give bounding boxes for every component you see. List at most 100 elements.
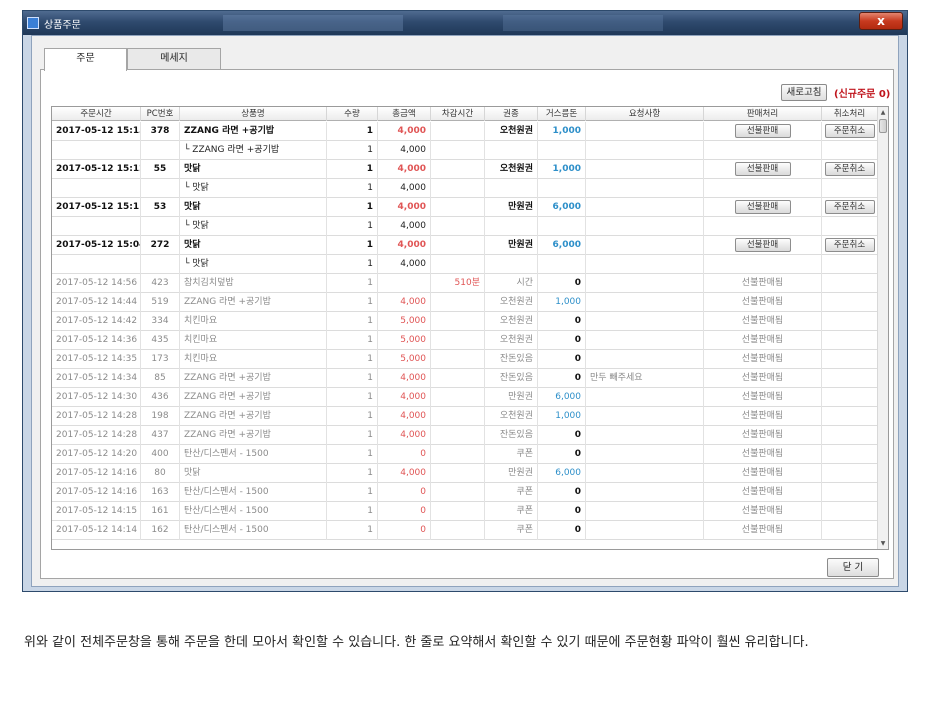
cell-diff [431, 464, 485, 483]
cell-diff [431, 312, 485, 331]
scroll-down-icon[interactable]: ▼ [878, 538, 888, 549]
cancel-order-button[interactable]: 주문취소 [824, 162, 875, 176]
cell-type: 오천원권 [485, 407, 538, 426]
column-header[interactable]: 주문시간 [52, 107, 141, 121]
cell-pc [141, 179, 180, 198]
cell-pc: 400 [141, 445, 180, 464]
cell-product: 치킨마요 [180, 350, 327, 369]
refresh-button[interactable]: 새로고침 [781, 84, 827, 101]
tab-messages[interactable]: 메세지 [127, 48, 221, 70]
cell-product: ZZANG 라면 +공기밥 [180, 388, 327, 407]
cell-pc: 55 [141, 160, 180, 179]
cell-change [538, 217, 586, 236]
cell-qty: 1 [327, 426, 378, 445]
cell-type: 잔돈있음 [485, 369, 538, 388]
prepaid-sale-button[interactable]: 선불판매 [734, 238, 791, 252]
scroll-up-icon[interactable]: ▲ [878, 107, 888, 118]
close-button[interactable]: 닫 기 [827, 558, 879, 577]
tab-orders[interactable]: 주문 [44, 48, 127, 71]
cancel-order-button[interactable]: 주문취소 [824, 238, 875, 252]
cell-product: 맛닭 [180, 236, 327, 255]
table-row[interactable]: 2017-05-12 14:44 519 ZZANG 라면 +공기밥 1 4,000 오천… [52, 293, 878, 312]
cell-request [586, 350, 704, 369]
cell-qty: 1 [327, 122, 378, 141]
cell-qty: 1 [327, 236, 378, 255]
table-row[interactable]: 2017-05-12 14:28 198 ZZANG 라면 +공기밥 1 4,000 오천… [52, 407, 878, 426]
cell-request [586, 464, 704, 483]
table-row[interactable]: └ 맛닭 1 4,000 [52, 217, 878, 236]
cell-request [586, 407, 704, 426]
column-header[interactable]: 상품명 [180, 107, 327, 121]
cell-type: 만원권 [485, 388, 538, 407]
column-header[interactable]: 거스름돈 [538, 107, 586, 121]
cell-amount: 0 [378, 483, 431, 502]
cell-cancel [822, 369, 878, 388]
cell-amount: 5,000 [378, 331, 431, 350]
column-header[interactable]: 취소처리 [822, 107, 878, 121]
cell-product: └ ZZANG 라면 +공기밥 [180, 141, 327, 160]
cell-product: 치킨마요 [180, 312, 327, 331]
cell-diff [431, 141, 485, 160]
table-row[interactable]: 2017-05-12 14:14 162 탄산/디스펜서 - 1500 1 0 쿠폰 0 선불… [52, 521, 878, 540]
table-row[interactable]: └ 맛닭 1 4,000 [52, 255, 878, 274]
cell-product: 탄산/디스펜서 - 1500 [180, 445, 327, 464]
cell-change: 1,000 [538, 407, 586, 426]
table-row[interactable]: 2017-05-12 15:04 272 맛닭 1 4,000 만원권 6,000 선불판매 주… [52, 236, 878, 255]
window-client: 주문 메세지 새로고침 (신규주문 0) 주문시간 PC번호 상품명 수량 총금… [31, 35, 899, 587]
table-row[interactable]: 2017-05-12 15:12 55 맛닭 1 4,000 오천원권 1,000 선불판매 주… [52, 160, 878, 179]
cell-time: 2017-05-12 14:28 [52, 407, 141, 426]
cell-qty: 1 [327, 464, 378, 483]
table-row[interactable]: 2017-05-12 14:16 163 탄산/디스펜서 - 1500 1 0 쿠폰 0 선불… [52, 483, 878, 502]
cell-cancel [822, 179, 878, 198]
prepaid-sale-button[interactable]: 선불판매 [734, 162, 791, 176]
cell-product: 치킨마요 [180, 331, 327, 350]
table-row[interactable]: 2017-05-12 15:13 378 ZZANG 라면 +공기밥 1 4,000 오천… [52, 122, 878, 141]
table-row[interactable]: 2017-05-12 14:15 161 탄산/디스펜서 - 1500 1 0 쿠폰 0 선불… [52, 502, 878, 521]
table-row[interactable]: └ ZZANG 라면 +공기밥 1 4,000 [52, 141, 878, 160]
vertical-scrollbar[interactable]: ▲ ▼ [877, 107, 888, 549]
column-header[interactable]: 총금액 [378, 107, 431, 121]
cell-diff [431, 521, 485, 540]
column-header[interactable]: 수량 [327, 107, 378, 121]
cell-amount: 4,000 [378, 122, 431, 141]
column-header[interactable]: 판매처리 [704, 107, 822, 121]
cell-cancel [822, 407, 878, 426]
column-header[interactable]: 차감시간 [431, 107, 485, 121]
cell-cancel [822, 217, 878, 236]
cell-amount: 4,000 [378, 388, 431, 407]
cell-qty: 1 [327, 160, 378, 179]
table-row[interactable]: 2017-05-12 14:34 85 ZZANG 라면 +공기밥 1 4,000 잔돈있… [52, 369, 878, 388]
cancel-order-button[interactable]: 주문취소 [824, 124, 875, 138]
scroll-thumb[interactable] [879, 119, 887, 133]
window-close-button[interactable]: x [859, 12, 903, 30]
cell-sale: 선불판매됨 [704, 502, 822, 521]
table-row[interactable]: 2017-05-12 14:30 436 ZZANG 라면 +공기밥 1 4,000 만원… [52, 388, 878, 407]
title-bar[interactable]: 상품주문 x [23, 11, 907, 35]
table-row[interactable]: 2017-05-12 14:42 334 치킨마요 1 5,000 오천원권 0 선불판매됨 [52, 312, 878, 331]
cell-change: 6,000 [538, 388, 586, 407]
column-header[interactable]: PC번호 [141, 107, 180, 121]
cell-type [485, 179, 538, 198]
cell-request [586, 217, 704, 236]
column-header[interactable]: 권종 [485, 107, 538, 121]
cell-request [586, 331, 704, 350]
table-row[interactable]: 2017-05-12 14:16 80 맛닭 1 4,000 만원권 6,000 선불판매됨 [52, 464, 878, 483]
cell-product: 참치김치덮밥 [180, 274, 327, 293]
cell-product: 탄산/디스펜서 - 1500 [180, 483, 327, 502]
table-row[interactable]: 2017-05-12 14:20 400 탄산/디스펜서 - 1500 1 0 쿠폰 0 선불… [52, 445, 878, 464]
cell-change: 1,000 [538, 122, 586, 141]
table-row[interactable]: 2017-05-12 15:11 53 맛닭 1 4,000 만원권 6,000 선불판매 주문… [52, 198, 878, 217]
cancel-order-button[interactable]: 주문취소 [824, 200, 875, 214]
prepaid-sale-button[interactable]: 선불판매 [734, 124, 791, 138]
column-header[interactable]: 요청사항 [586, 107, 704, 121]
table-row[interactable]: 2017-05-12 14:28 437 ZZANG 라면 +공기밥 1 4,000 잔돈… [52, 426, 878, 445]
prepaid-sale-button[interactable]: 선불판매 [734, 200, 791, 214]
table-row[interactable]: 2017-05-12 14:56 423 참치김치덮밥 1 510분 시간 0 선불판매됨 [52, 274, 878, 293]
cell-product: 탄산/디스펜서 - 1500 [180, 521, 327, 540]
cell-product: ZZANG 라면 +공기밥 [180, 293, 327, 312]
table-row[interactable]: 2017-05-12 14:35 173 치킨마요 1 5,000 잔돈있음 0 선불판매됨 [52, 350, 878, 369]
table-row[interactable]: 2017-05-12 14:36 435 치킨마요 1 5,000 오천원권 0 선불판매됨 [52, 331, 878, 350]
cell-request: 만두 빼주세요 [586, 369, 704, 388]
table-row[interactable]: └ 맛닭 1 4,000 [52, 179, 878, 198]
cell-request [586, 198, 704, 217]
